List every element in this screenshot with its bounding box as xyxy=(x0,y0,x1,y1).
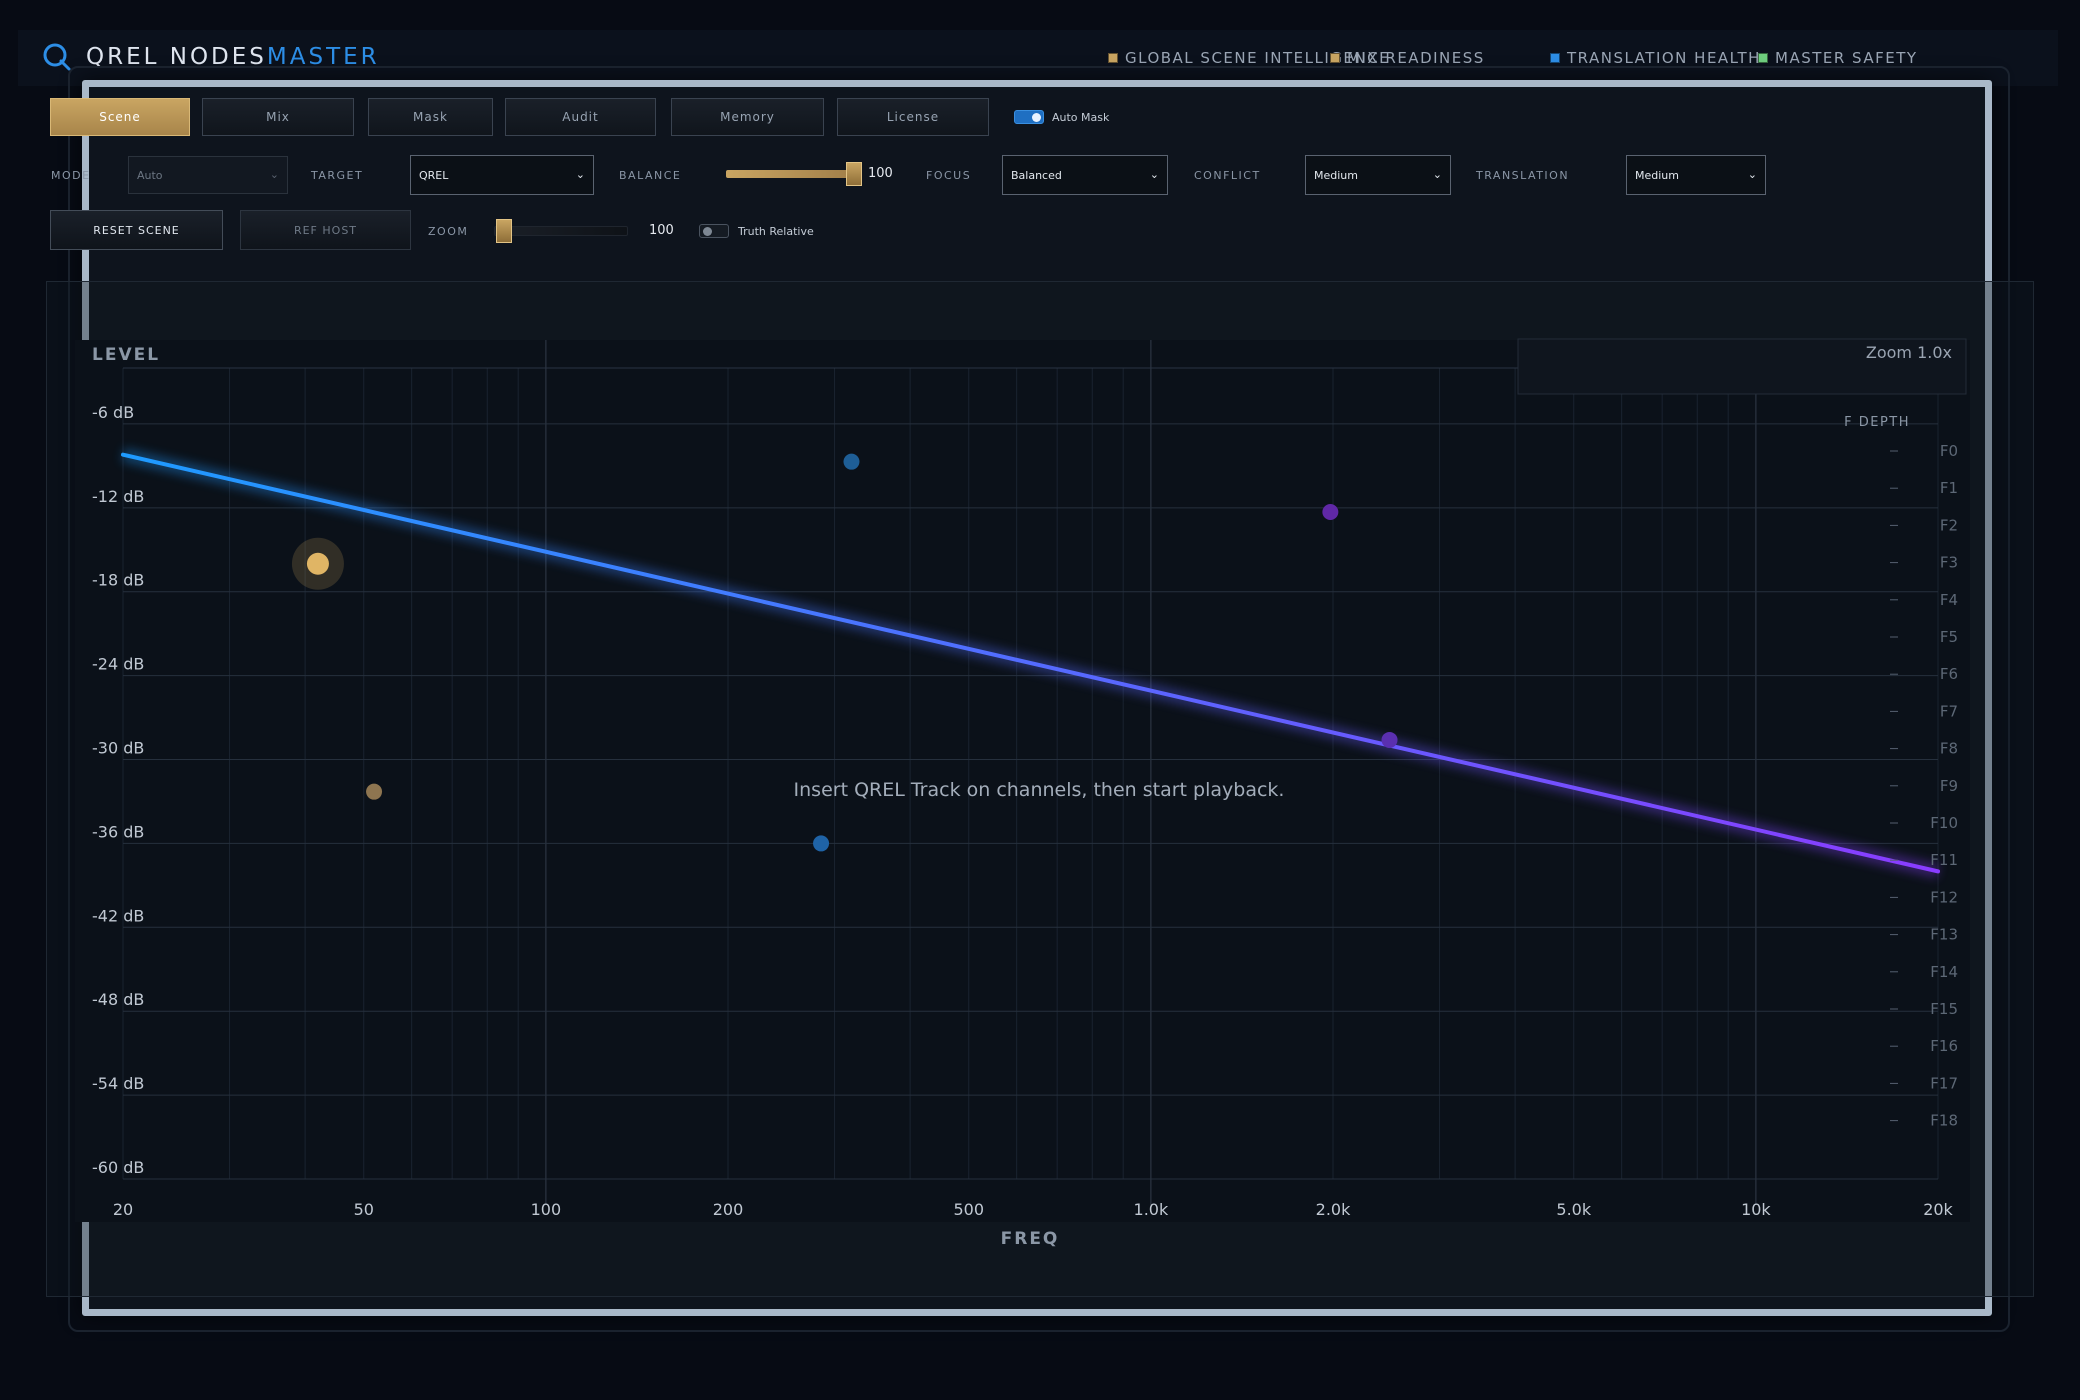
y-tick-label: -54 dB xyxy=(92,1074,144,1093)
data-point xyxy=(366,783,383,800)
depth-label: F14 xyxy=(1930,963,1958,981)
depth-label: F5 xyxy=(1940,628,1958,646)
x-tick-label: 10k xyxy=(1741,1200,1771,1219)
empty-state-message: Insert QREL Track on channels, then star… xyxy=(794,779,1285,801)
depth-label: F15 xyxy=(1930,1000,1958,1018)
x-tick-label: 2.0k xyxy=(1316,1200,1351,1219)
data-point xyxy=(813,835,830,852)
y-tick-label: -6 dB xyxy=(92,403,134,422)
y-tick-label: -42 dB xyxy=(92,906,144,925)
depth-label: F18 xyxy=(1930,1112,1958,1130)
x-tick-label: 20k xyxy=(1923,1200,1953,1219)
data-point xyxy=(306,552,329,575)
y-tick-label: -12 dB xyxy=(92,487,144,506)
depth-label: F7 xyxy=(1940,702,1958,720)
data-point xyxy=(1322,504,1339,521)
depth-label: F11 xyxy=(1930,851,1958,869)
depth-label: F3 xyxy=(1940,554,1958,572)
y-tick-label: -60 dB xyxy=(92,1158,144,1177)
depth-label: F16 xyxy=(1930,1037,1958,1055)
data-point xyxy=(1381,731,1398,748)
x-tick-label: 1.0k xyxy=(1134,1200,1169,1219)
frequency-level-chart: -6 dB -12 dB -18 dB -24 dB -30 dB -36 dB -42 d… xyxy=(75,338,1970,1249)
x-tick-label: 100 xyxy=(531,1200,562,1219)
x-tick-label: 200 xyxy=(713,1200,744,1219)
depth-label: F12 xyxy=(1930,888,1958,906)
y-tick-label: -30 dB xyxy=(92,739,144,758)
depth-label: F0 xyxy=(1940,442,1958,460)
y-tick-label: -36 dB xyxy=(92,822,144,841)
depth-label: F6 xyxy=(1940,665,1958,683)
y-axis-title: LEVEL xyxy=(92,345,160,365)
x-tick-label: 20 xyxy=(113,1200,133,1219)
y-tick-label: -18 dB xyxy=(92,571,144,590)
zoom-readout: Zoom 1.0x xyxy=(1866,343,1952,362)
depth-label: F8 xyxy=(1940,740,1958,758)
y-tick-label: -48 dB xyxy=(92,990,144,1009)
depth-label: F17 xyxy=(1930,1074,1958,1092)
depth-label: F9 xyxy=(1940,777,1958,795)
x-tick-label: 500 xyxy=(953,1200,984,1219)
depth-label: F2 xyxy=(1940,516,1958,534)
x-tick-label: 5.0k xyxy=(1556,1200,1591,1219)
depth-label: F10 xyxy=(1930,814,1958,832)
x-axis-title: FREQ xyxy=(1001,1229,1060,1249)
depth-label: F1 xyxy=(1940,479,1958,497)
data-point xyxy=(843,453,860,470)
depth-axis-title: F DEPTH xyxy=(1844,415,1910,430)
depth-label: F13 xyxy=(1930,926,1958,944)
depth-label: F4 xyxy=(1940,591,1958,609)
y-tick-label: -24 dB xyxy=(92,655,144,674)
x-tick-label: 50 xyxy=(354,1200,374,1219)
